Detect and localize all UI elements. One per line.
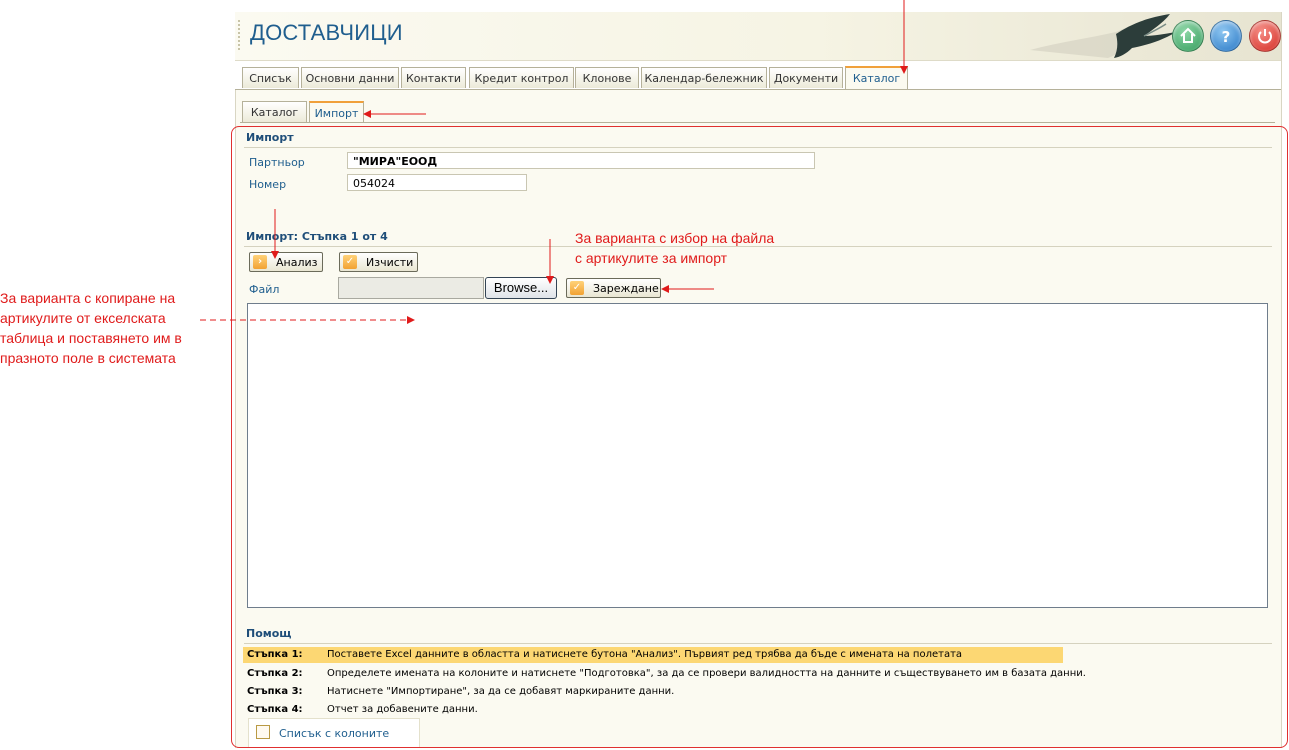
annotation-arrows bbox=[200, 0, 908, 324]
